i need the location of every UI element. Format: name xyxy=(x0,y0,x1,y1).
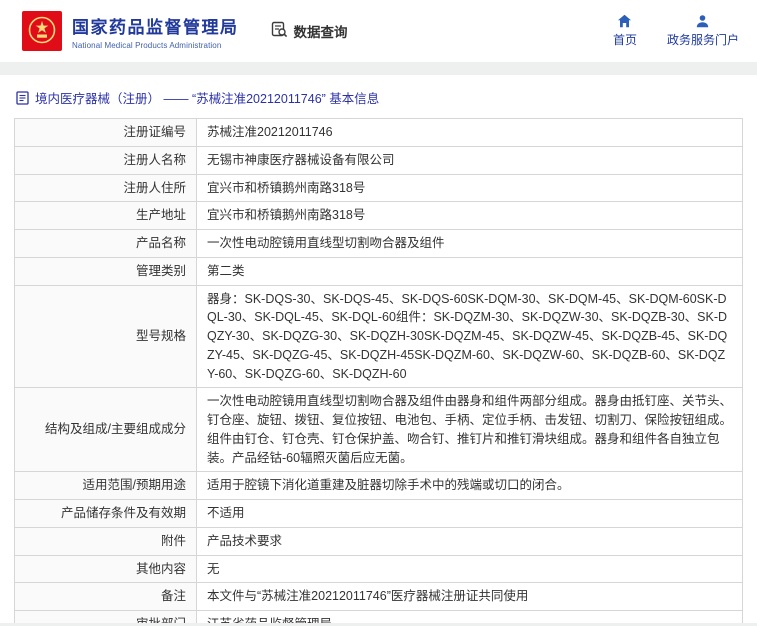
row-value: 产品技术要求 xyxy=(196,526,743,556)
row-value: 一次性电动腔镜用直线型切割吻合器及组件 xyxy=(196,229,743,258)
row-value: 宜兴市和桥镇鹅州南路318号 xyxy=(196,173,743,203)
table-row: 注册人住所 宜兴市和桥镇鹅州南路318号 xyxy=(14,173,743,203)
agency-name-en: National Medical Products Administration xyxy=(72,40,222,50)
row-label: 生产地址 xyxy=(14,201,197,230)
table-row: 注册人名称 无锡市神康医疗器械设备有限公司 xyxy=(14,145,743,175)
nav-portal-label: 政务服务门户 xyxy=(666,33,739,47)
home-icon xyxy=(617,14,632,28)
agency-name: 国家药品监督管理局 xyxy=(72,17,239,37)
header-nav: 首页 政务服务门户 xyxy=(613,14,739,48)
info-table: 注册证编号 苏械注准20212011746 注册人名称 无锡市神康医疗器械设备有限公司… xyxy=(14,118,743,623)
breadcrumb: 境内医疗器械（注册） —— “苏械注准20212011746” 基本信息 xyxy=(14,83,743,118)
document-icon xyxy=(16,90,29,105)
row-label: 产品名称 xyxy=(14,229,197,258)
content: 境内医疗器械（注册） —— “苏械注准20212011746” 基本信息 注册证… xyxy=(0,75,757,623)
data-query-icon xyxy=(271,21,288,41)
row-value: 无 xyxy=(196,554,743,584)
row-value: 适用于腔镜下消化道重建及脏器切除手术中的残端或切口的闭合。 xyxy=(196,471,743,500)
table-row: 产品储存条件及有效期 不适用 xyxy=(14,499,743,528)
data-query[interactable]: 数据查询 xyxy=(271,21,348,41)
row-value: 宜兴市和桥镇鹅州南路318号 xyxy=(196,201,743,230)
table-row: 注册证编号 苏械注准20212011746 xyxy=(14,118,743,147)
user-icon xyxy=(695,14,710,28)
table-row: 备注 本文件与“苏械注准20212011746”医疗器械注册证共同使用 xyxy=(14,582,743,611)
table-row: 结构及组成/主要组成成分 一次性电动腔镜用直线型切割吻合器及组件由器身和组件两部分… xyxy=(14,387,743,473)
row-label: 注册人名称 xyxy=(14,145,197,175)
row-label: 结构及组成/主要组成成分 xyxy=(14,387,197,473)
row-value: 器身：SK-DQS-30、SK-DQS-45、SK-DQS-60SK-DQM-3… xyxy=(196,284,743,389)
table-row: 附件 产品技术要求 xyxy=(14,526,743,556)
table-row: 管理类别 第二类 xyxy=(14,256,743,286)
row-value: 本文件与“苏械注准20212011746”医疗器械注册证共同使用 xyxy=(196,582,743,611)
row-value: 第二类 xyxy=(196,256,743,286)
table-row: 产品名称 一次性电动腔镜用直线型切割吻合器及组件 xyxy=(14,229,743,258)
row-label: 适用范围/预期用途 xyxy=(14,471,197,500)
nav-home-label: 首页 xyxy=(612,33,637,47)
row-label: 管理类别 xyxy=(14,256,197,286)
table-row: 审批部门江苏省药品监督管理局 xyxy=(14,610,743,623)
row-value: 苏械注准20212011746 xyxy=(196,118,743,147)
table-row: 生产地址 宜兴市和桥镇鹅州南路318号 xyxy=(14,201,743,230)
row-label: 备注 xyxy=(14,582,197,611)
row-label: 产品储存条件及有效期 xyxy=(14,499,197,528)
row-label: 附件 xyxy=(14,526,197,556)
site-header: 国家药品监督管理局 National Medical Products Admi… xyxy=(0,0,757,62)
row-value: 一次性电动腔镜用直线型切割吻合器及组件由器身和组件两部分组成。器身由抵钉座、关节… xyxy=(196,387,743,473)
row-label: 型号规格 xyxy=(14,284,197,389)
brand-text: 国家药品监督管理局 National Medical Products Admi… xyxy=(72,13,239,50)
nav-home[interactable]: 首页 xyxy=(613,14,637,48)
row-label: 注册证编号 xyxy=(14,118,197,147)
table-row: 其他内容无 xyxy=(14,554,743,584)
row-value: 江苏省药品监督管理局 xyxy=(196,610,743,623)
table-row: 适用范围/预期用途 适用于腔镜下消化道重建及脏器切除手术中的残端或切口的闭合。 xyxy=(14,471,743,500)
nav-portal[interactable]: 政务服务门户 xyxy=(667,14,739,48)
row-label: 其他内容 xyxy=(14,554,197,584)
table-row: 型号规格 器身：SK-DQS-30、SK-DQS-45、SK-DQS-60SK-D… xyxy=(14,284,743,389)
data-query-label: 数据查询 xyxy=(293,25,348,40)
breadcrumb-text: 境内医疗器械（注册） —— “苏械注准20212011746” 基本信息 xyxy=(35,92,380,106)
row-label: 审批部门 xyxy=(14,610,197,623)
agency-logo-link[interactable]: 国家药品监督管理局 National Medical Products Admi… xyxy=(22,11,239,51)
row-value: 无锡市神康医疗器械设备有限公司 xyxy=(196,145,743,175)
national-emblem-icon xyxy=(22,11,62,51)
row-value: 不适用 xyxy=(196,499,743,528)
row-label: 注册人住所 xyxy=(14,173,197,203)
info-table-body: 注册证编号 苏械注准20212011746 注册人名称 无锡市神康医疗器械设备有限公司… xyxy=(14,118,743,623)
